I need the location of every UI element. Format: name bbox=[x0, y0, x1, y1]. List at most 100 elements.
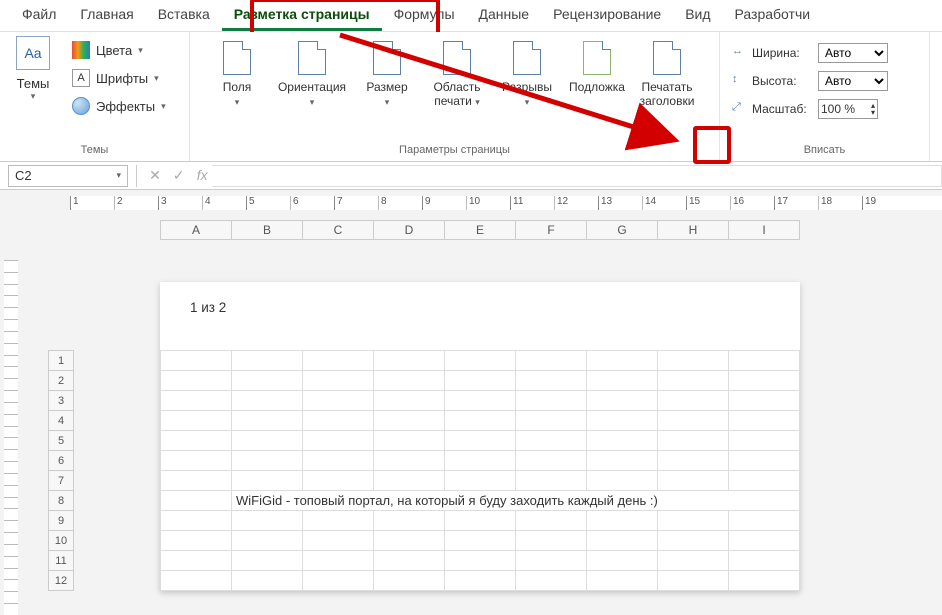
cell[interactable] bbox=[232, 571, 303, 591]
cell[interactable] bbox=[516, 471, 587, 491]
cell[interactable] bbox=[161, 371, 232, 391]
cell[interactable] bbox=[232, 531, 303, 551]
enter-icon[interactable]: ✓ bbox=[169, 167, 189, 184]
cell[interactable] bbox=[516, 351, 587, 371]
width-select[interactable]: Авто bbox=[818, 43, 888, 63]
column-header[interactable]: E bbox=[445, 221, 516, 239]
column-header[interactable]: F bbox=[516, 221, 587, 239]
column-header[interactable]: B bbox=[232, 221, 303, 239]
cell[interactable] bbox=[587, 511, 658, 531]
cell[interactable] bbox=[587, 431, 658, 451]
cell[interactable] bbox=[587, 531, 658, 551]
cell[interactable] bbox=[729, 471, 800, 491]
name-box[interactable]: C2 ▾ bbox=[8, 165, 128, 187]
cell[interactable] bbox=[729, 531, 800, 551]
row-header[interactable]: 1 bbox=[49, 351, 73, 371]
cell[interactable] bbox=[658, 431, 729, 451]
cell[interactable] bbox=[516, 411, 587, 431]
cell[interactable] bbox=[445, 451, 516, 471]
tab-formulas[interactable]: Формулы bbox=[382, 0, 467, 31]
row-header[interactable]: 9 bbox=[49, 511, 73, 531]
cell[interactable] bbox=[445, 551, 516, 571]
row-header[interactable]: 3 bbox=[49, 391, 73, 411]
cell[interactable] bbox=[161, 551, 232, 571]
row-header[interactable]: 5 bbox=[49, 431, 73, 451]
cell[interactable] bbox=[445, 391, 516, 411]
cell[interactable] bbox=[658, 391, 729, 411]
cell[interactable] bbox=[161, 351, 232, 371]
cell[interactable] bbox=[303, 531, 374, 551]
cell[interactable] bbox=[587, 451, 658, 471]
cell[interactable] bbox=[445, 411, 516, 431]
cell[interactable] bbox=[161, 451, 232, 471]
cell[interactable] bbox=[374, 451, 445, 471]
cell[interactable] bbox=[516, 531, 587, 551]
tab-page-layout[interactable]: Разметка страницы bbox=[222, 0, 382, 31]
cell[interactable] bbox=[587, 351, 658, 371]
background-button[interactable]: Подложка bbox=[562, 36, 632, 94]
cell[interactable] bbox=[161, 411, 232, 431]
row-header[interactable]: 7 bbox=[49, 471, 73, 491]
cell[interactable] bbox=[303, 551, 374, 571]
cell[interactable] bbox=[587, 471, 658, 491]
tab-data[interactable]: Данные bbox=[467, 0, 542, 31]
cell[interactable] bbox=[303, 351, 374, 371]
cell[interactable] bbox=[658, 351, 729, 371]
cell[interactable] bbox=[516, 571, 587, 591]
cell[interactable] bbox=[445, 431, 516, 451]
row-header[interactable]: 10 bbox=[49, 531, 73, 551]
column-header[interactable]: D bbox=[374, 221, 445, 239]
cell[interactable] bbox=[729, 411, 800, 431]
cell[interactable] bbox=[516, 451, 587, 471]
cell[interactable] bbox=[374, 371, 445, 391]
cell[interactable] bbox=[232, 431, 303, 451]
cell[interactable] bbox=[374, 551, 445, 571]
column-headers[interactable]: ABCDEFGHI bbox=[160, 220, 800, 240]
cell[interactable] bbox=[374, 431, 445, 451]
cell[interactable] bbox=[516, 371, 587, 391]
cell[interactable] bbox=[658, 511, 729, 531]
row-header[interactable]: 4 bbox=[49, 411, 73, 431]
cell[interactable] bbox=[516, 511, 587, 531]
cell[interactable] bbox=[374, 351, 445, 371]
row-header[interactable]: 2 bbox=[49, 371, 73, 391]
cell[interactable] bbox=[658, 531, 729, 551]
scale-spinner[interactable]: 100 %▴▾ bbox=[818, 99, 878, 119]
formula-input[interactable] bbox=[212, 165, 942, 187]
cell[interactable] bbox=[303, 391, 374, 411]
cell[interactable] bbox=[232, 471, 303, 491]
cell[interactable] bbox=[445, 371, 516, 391]
row-header[interactable]: 6 bbox=[49, 451, 73, 471]
cell[interactable] bbox=[658, 411, 729, 431]
orientation-button[interactable]: Ориентация▾ bbox=[272, 36, 352, 109]
cell[interactable] bbox=[658, 371, 729, 391]
cell[interactable] bbox=[445, 351, 516, 371]
cell[interactable] bbox=[374, 391, 445, 411]
cell[interactable] bbox=[729, 351, 800, 371]
cell[interactable] bbox=[729, 391, 800, 411]
size-button[interactable]: Размер▾ bbox=[352, 36, 422, 109]
cell[interactable] bbox=[374, 471, 445, 491]
margins-button[interactable]: Поля▾ bbox=[202, 36, 272, 109]
cell[interactable] bbox=[303, 451, 374, 471]
cell[interactable] bbox=[161, 431, 232, 451]
height-select[interactable]: Авто bbox=[818, 71, 888, 91]
spreadsheet-grid[interactable]: WiFiGid - топовый портал, на который я б… bbox=[160, 350, 800, 591]
cell[interactable] bbox=[374, 411, 445, 431]
cell[interactable] bbox=[445, 531, 516, 551]
cell[interactable] bbox=[445, 571, 516, 591]
cell[interactable] bbox=[232, 351, 303, 371]
cell[interactable] bbox=[658, 471, 729, 491]
tab-insert[interactable]: Вставка bbox=[146, 0, 222, 31]
effects-button[interactable]: Эффекты ▾ bbox=[68, 94, 170, 118]
fx-icon[interactable]: fx bbox=[192, 167, 212, 183]
tab-file[interactable]: Файл bbox=[10, 0, 68, 31]
cell[interactable] bbox=[587, 391, 658, 411]
cell[interactable] bbox=[161, 471, 232, 491]
cell[interactable] bbox=[729, 511, 800, 531]
cell[interactable] bbox=[374, 511, 445, 531]
cell[interactable] bbox=[303, 471, 374, 491]
cell[interactable] bbox=[516, 551, 587, 571]
breaks-button[interactable]: Разрывы▾ bbox=[492, 36, 562, 109]
row-header[interactable]: 12 bbox=[49, 571, 73, 591]
